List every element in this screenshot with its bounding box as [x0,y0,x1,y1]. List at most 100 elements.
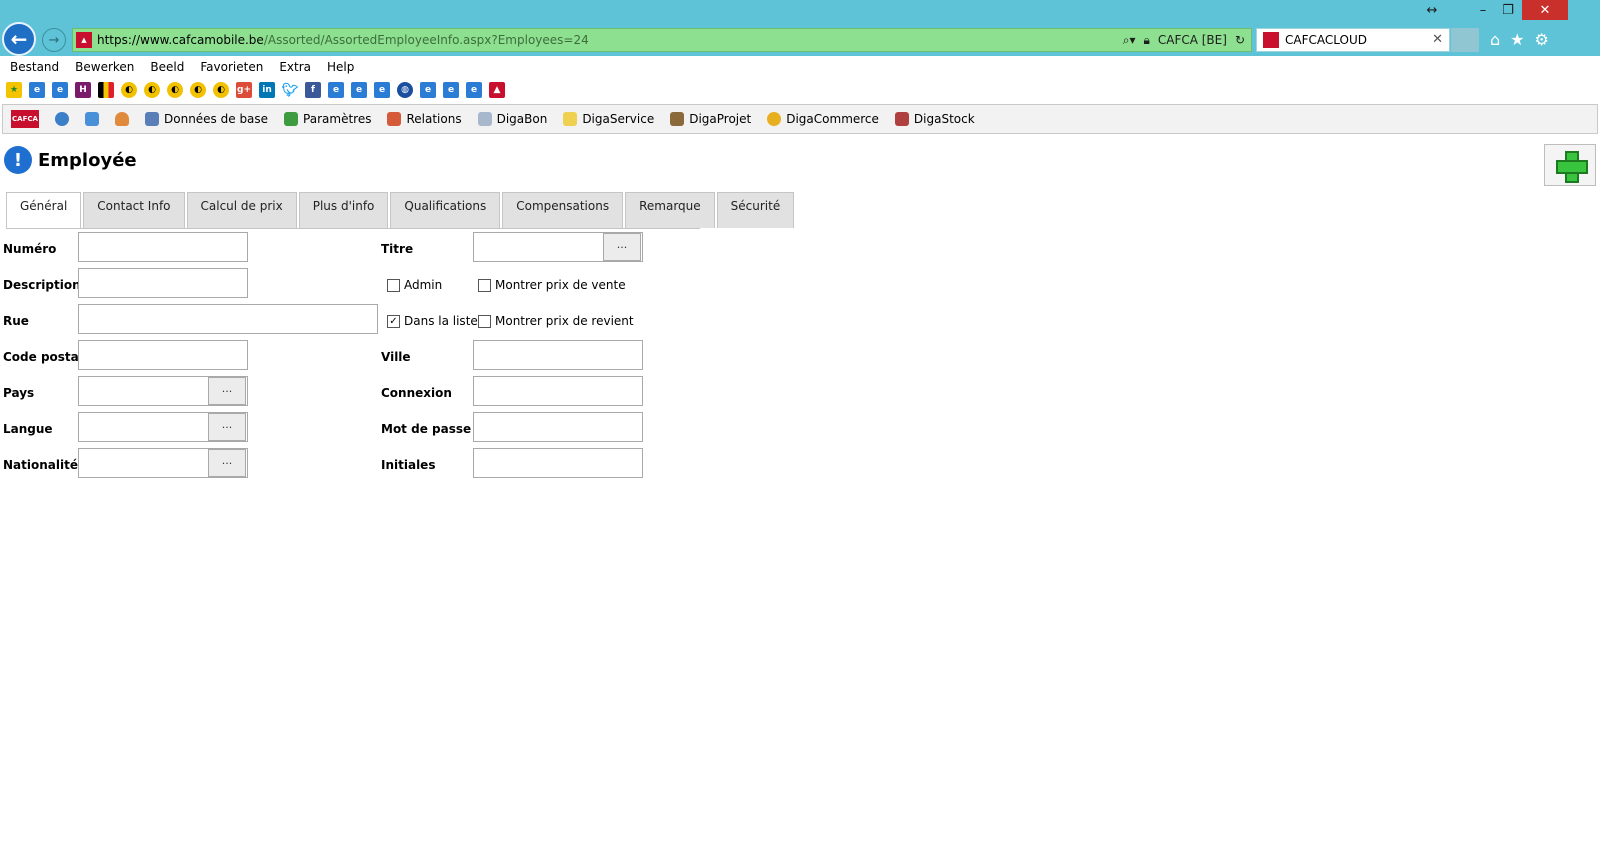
tab-securite[interactable]: Sécurité [716,192,795,228]
toolbar-relations[interactable]: Relations [387,112,462,126]
coin-icon [767,112,782,126]
ie-page-icon[interactable]: e [351,82,367,98]
montrer-prix-vente-row[interactable]: Montrer prix de vente [478,278,626,292]
globe-icon[interactable]: ◍ [397,82,413,98]
toolbar-digaservice[interactable]: DigaService [563,112,654,126]
langue-lookup-button[interactable]: ··· [208,413,246,441]
pays-lookup-button[interactable]: ··· [208,377,246,405]
connexion-input[interactable] [473,376,643,406]
rue-input[interactable] [78,304,378,334]
lock-icon[interactable]: 🔒︎ [1143,33,1149,48]
cafca-logo[interactable]: CAFCA [11,110,39,128]
h-logo-icon[interactable]: H [75,82,91,98]
numero-label: Numéro [3,242,57,256]
rue-label: Rue [3,314,29,328]
globe-icon[interactable] [55,112,69,126]
admin-checkbox[interactable] [387,278,400,292]
menu-bewerken[interactable]: Bewerken [75,60,134,74]
settings-gear-icon[interactable]: ⚙ [1535,30,1549,49]
ie-page-icon[interactable]: e [443,82,459,98]
service-icon [563,112,578,126]
yellow-circle-icon[interactable]: ◐ [213,82,229,98]
montrer-prix-vente-checkbox[interactable] [478,278,491,292]
favorites-star-icon[interactable]: ★ [1510,30,1524,49]
home-icon[interactable]: ⌂ [1490,30,1500,49]
facebook-icon[interactable]: f [305,82,321,98]
toolbar-donnees-de-base[interactable]: Données de base [145,112,268,126]
restore-icon[interactable]: ❐ [1496,0,1520,20]
page-header: ! Employée [4,146,137,174]
code-postal-label: Code postal [3,350,83,364]
titre-lookup-button[interactable]: ··· [603,233,641,261]
ie-page-icon[interactable]: e [374,82,390,98]
menu-help[interactable]: Help [327,60,354,74]
tab-remarque[interactable]: Remarque [625,192,715,228]
tab-compensations[interactable]: Compensations [502,192,624,228]
toolbar-digastock[interactable]: DigaStock [894,112,975,126]
linkedin-icon[interactable]: in [259,82,275,98]
forward-button[interactable]: → [42,28,66,52]
dans-la-liste-row[interactable]: ✓ Dans la liste [387,314,478,328]
ie-page-icon[interactable]: e [52,82,68,98]
user-icon[interactable] [115,112,129,126]
relations-icon [387,112,402,126]
montrer-prix-revient-row[interactable]: Montrer prix de revient [478,314,634,328]
dans-la-liste-checkbox[interactable]: ✓ [387,314,400,328]
google-plus-icon[interactable]: g+ [236,82,252,98]
nationalite-lookup-button[interactable]: ··· [208,449,246,477]
yellow-circle-icon[interactable]: ◐ [144,82,160,98]
ie-page-icon[interactable]: e [420,82,436,98]
cafca-icon[interactable]: ▲ [489,82,505,98]
new-tab-button[interactable] [1451,28,1479,52]
yellow-circle-icon[interactable]: ◐ [121,82,137,98]
toolbar-digacommerce[interactable]: DigaCommerce [767,112,879,126]
code-postal-input[interactable] [78,340,248,370]
ie-page-icon[interactable]: e [466,82,482,98]
close-tab-icon[interactable]: ✕ [1432,32,1443,47]
browser-tab[interactable]: CAFCACLOUD ✕ [1256,28,1450,52]
mot-de-passe-input[interactable] [473,412,643,442]
twitter-icon[interactable]: 🐦︎ [282,82,298,98]
refresh-icon[interactable]: ↻ [1235,33,1245,47]
ville-label: Ville [381,350,411,364]
address-url[interactable]: https://www.cafcamobile.be/Assorted/Asso… [97,33,1123,47]
tab-plus-dinfo[interactable]: Plus d'info [298,192,389,228]
ie-page-icon[interactable]: e [328,82,344,98]
description-input[interactable] [78,268,248,298]
admin-checkbox-row[interactable]: Admin [387,278,442,292]
sync-icon[interactable] [85,112,99,126]
ie-page-icon[interactable]: e [29,82,45,98]
yellow-circle-icon[interactable]: ◐ [190,82,206,98]
ville-input[interactable] [473,340,643,370]
tab-calcul-de-prix[interactable]: Calcul de prix [186,192,297,228]
add-favorite-icon[interactable]: ★ [6,82,22,98]
close-window-icon[interactable]: ✕ [1522,0,1568,20]
project-icon [670,112,685,126]
initiales-input[interactable] [473,448,643,478]
tab-qualifications[interactable]: Qualifications [390,192,501,228]
resize-icon[interactable]: ↔ [1420,0,1444,20]
search-icon[interactable]: ⌕▾ [1123,33,1136,48]
toolbar-digaprojet[interactable]: DigaProjet [670,112,751,126]
toolbar-parametres[interactable]: Paramètres [284,112,371,126]
tab-general[interactable]: Général [6,192,82,229]
site-badge[interactable]: CAFCA [BE] [1158,33,1227,47]
back-button[interactable]: ← [2,22,36,56]
add-button[interactable] [1544,144,1596,186]
menu-beeld[interactable]: Beeld [150,60,184,74]
tab-contact-info[interactable]: Contact Info [83,192,185,228]
tab-divider [6,228,700,229]
yellow-circle-icon[interactable]: ◐ [167,82,183,98]
address-bar[interactable]: ▲ https://www.cafcamobile.be/Assorted/As… [72,28,1252,52]
menu-favorieten[interactable]: Favorieten [200,60,263,74]
toolbar-digabon[interactable]: DigaBon [477,112,547,126]
numero-input[interactable] [78,232,248,262]
site-favicon-icon: ▲ [76,32,92,48]
menu-extra[interactable]: Extra [279,60,311,74]
minimize-icon[interactable]: – [1470,0,1496,20]
menu-bestand[interactable]: Bestand [10,60,59,74]
belgium-flag-icon[interactable] [98,82,114,98]
montrer-prix-revient-checkbox[interactable] [478,314,491,328]
langue-label: Langue [3,422,53,436]
toolbar-label: Paramètres [303,112,372,126]
